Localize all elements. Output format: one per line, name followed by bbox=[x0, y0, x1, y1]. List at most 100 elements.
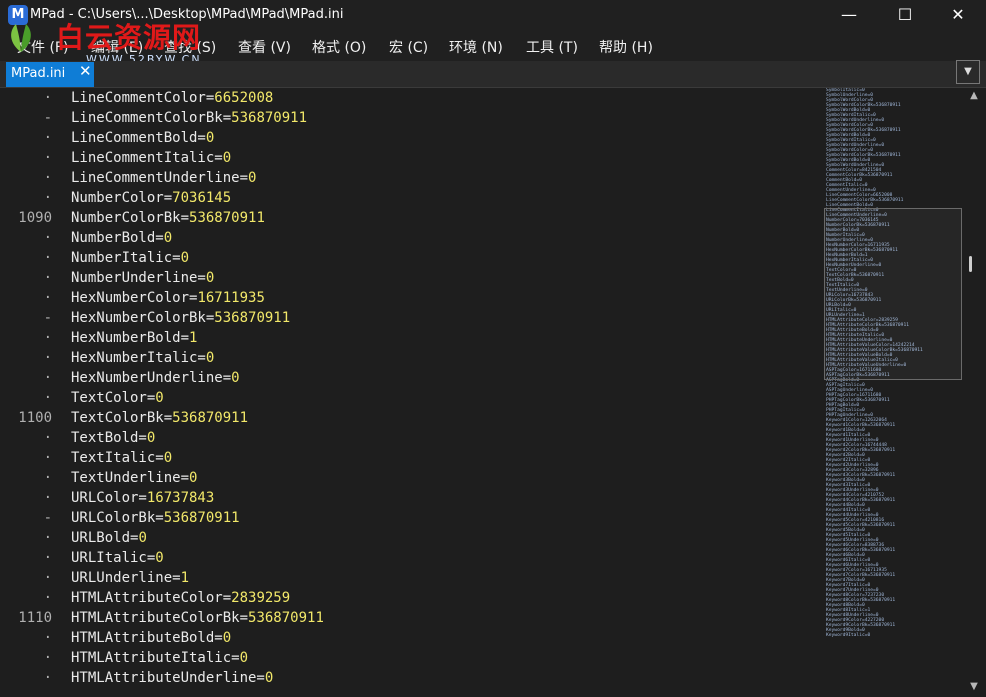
code-line: HTMLAttributeColor=2839259 bbox=[71, 588, 290, 608]
menu-environment[interactable]: 环境 (N) bbox=[449, 37, 503, 57]
line-number: · bbox=[43, 350, 52, 366]
line-number: 1090 bbox=[18, 210, 52, 226]
ini-value: 0 bbox=[155, 550, 164, 566]
line-number: · bbox=[43, 250, 52, 266]
line-number: - bbox=[43, 110, 52, 126]
ini-key: HexNumberColorBk= bbox=[71, 310, 215, 326]
minimap-viewport[interactable] bbox=[824, 208, 962, 380]
line-number: - bbox=[43, 310, 52, 326]
line-number-gutter: · - · · · · 1090 · · · · - · · · · 1100 · · · · - · · · · 1110 · · · bbox=[0, 88, 60, 697]
menu-file[interactable]: 文件 (F) bbox=[17, 37, 68, 57]
ini-value: 0 bbox=[205, 270, 215, 286]
code-line: HTMLAttributeUnderline=0 bbox=[71, 668, 273, 688]
ini-value: 0 bbox=[189, 470, 198, 486]
ini-key: HexNumberColor= bbox=[71, 290, 198, 306]
menu-macro[interactable]: 宏 (C) bbox=[389, 37, 428, 57]
menu-view[interactable]: 查看 (V) bbox=[238, 37, 291, 57]
ini-value: 0 bbox=[222, 150, 232, 166]
code-line: LineCommentBold=0 bbox=[71, 128, 214, 148]
code-line: URLColorBk=536870911 bbox=[71, 508, 240, 528]
line-number: · bbox=[43, 550, 52, 566]
ini-key: URLColor= bbox=[71, 490, 147, 506]
ini-key: TextColor= bbox=[71, 390, 156, 406]
minimap[interactable]: SymbolItalic=0 SymbolUnderline=0 SymbolWor… bbox=[822, 88, 962, 697]
scroll-down-icon[interactable]: ▼ bbox=[967, 681, 981, 693]
line-number: · bbox=[43, 330, 52, 346]
ini-value: 0 bbox=[155, 390, 164, 406]
ini-value: 0 bbox=[163, 230, 173, 246]
maximize-button[interactable]: ☐ bbox=[882, 0, 928, 30]
line-number: · bbox=[43, 130, 52, 146]
ini-key: HTMLAttributeItalic= bbox=[71, 650, 240, 666]
code-line: NumberBold=0 bbox=[71, 228, 172, 248]
code-line: TextItalic=0 bbox=[71, 448, 172, 468]
code-line: HTMLAttributeColorBk=536870911 bbox=[71, 608, 324, 628]
ini-key: LineCommentUnderline= bbox=[71, 170, 249, 186]
code-line: TextColor=0 bbox=[71, 388, 164, 408]
menu-help[interactable]: 帮助 (H) bbox=[599, 37, 653, 57]
line-number: 1100 bbox=[18, 410, 52, 426]
line-number: · bbox=[43, 230, 52, 246]
vertical-scrollbar[interactable]: ▲ ▼ bbox=[962, 88, 986, 697]
menu-format[interactable]: 格式 (O) bbox=[312, 37, 366, 57]
line-number: · bbox=[43, 390, 52, 406]
code-line: HTMLAttributeBold=0 bbox=[71, 628, 231, 648]
line-number: · bbox=[43, 530, 52, 546]
menu-tools[interactable]: 工具 (T) bbox=[526, 37, 578, 57]
ini-value: 536870911 bbox=[172, 410, 249, 426]
scroll-up-icon[interactable]: ▲ bbox=[967, 90, 981, 102]
code-line: LineCommentColorBk=536870911 bbox=[71, 108, 307, 128]
line-number: · bbox=[43, 150, 52, 166]
line-number: · bbox=[43, 650, 52, 666]
menu-edit[interactable]: 编辑 (E) bbox=[91, 37, 143, 57]
line-number: · bbox=[43, 670, 52, 686]
ini-key: NumberItalic= bbox=[71, 250, 181, 266]
ini-key: HexNumberBold= bbox=[71, 330, 190, 346]
ini-value: 0 bbox=[248, 170, 257, 186]
ini-key: NumberColorBk= bbox=[71, 210, 190, 226]
title-bar: M MPad - C:\Users\...\Desktop\MPad\MPad\… bbox=[0, 0, 986, 30]
minimize-button[interactable]: — bbox=[826, 0, 872, 30]
editor[interactable]: · - · · · · 1090 · · · · - · · · · 1100 · · · · - · · · · 1110 · · · … bbox=[0, 88, 800, 697]
ini-value: 1 bbox=[189, 330, 198, 346]
tab-list-dropdown[interactable]: ▼ bbox=[956, 60, 980, 84]
menu-bar: 文件 (F) 编辑 (E) 查找 (S) 查看 (V) 格式 (O) 宏 (C)… bbox=[0, 30, 986, 61]
code-line: LineCommentUnderline=0 bbox=[71, 168, 256, 188]
ini-key: URLUnderline= bbox=[71, 570, 181, 586]
ini-value: 6652008 bbox=[214, 90, 274, 106]
code-line: HexNumberItalic=0 bbox=[71, 348, 214, 368]
code-line: HexNumberColor=16711935 bbox=[71, 288, 265, 308]
ini-key: HTMLAttributeBold= bbox=[71, 630, 223, 646]
line-number: · bbox=[43, 430, 52, 446]
line-number: · bbox=[43, 170, 52, 186]
line-number: · bbox=[43, 90, 52, 106]
tab-mpad-ini[interactable]: MPad.ini ✕ bbox=[6, 62, 94, 87]
ini-value: 0 bbox=[222, 630, 232, 646]
ini-key: TextUnderline= bbox=[71, 470, 190, 486]
tab-close-icon[interactable]: ✕ bbox=[79, 62, 92, 80]
menu-find[interactable]: 查找 (S) bbox=[164, 37, 216, 57]
ini-value: 16737843 bbox=[146, 490, 215, 506]
code-line: LineCommentColor=6652008 bbox=[71, 88, 273, 108]
line-number: · bbox=[43, 370, 52, 386]
scroll-thumb[interactable] bbox=[969, 256, 972, 272]
code-line: URLColor=16737843 bbox=[71, 488, 214, 508]
ini-key: HexNumberItalic= bbox=[71, 350, 206, 366]
line-number: · bbox=[43, 590, 52, 606]
ini-value: 0 bbox=[205, 350, 215, 366]
window-title: MPad - C:\Users\...\Desktop\MPad\MPad\MP… bbox=[30, 7, 344, 22]
code-line: NumberItalic=0 bbox=[71, 248, 189, 268]
line-number: · bbox=[43, 630, 52, 646]
ini-key: URLItalic= bbox=[71, 550, 156, 566]
code-line: TextUnderline=0 bbox=[71, 468, 197, 488]
ini-key: LineCommentColor= bbox=[71, 90, 215, 106]
tab-label: MPad.ini bbox=[11, 66, 66, 81]
close-button[interactable]: ✕ bbox=[935, 0, 981, 30]
ini-value: 536870911 bbox=[248, 610, 324, 626]
ini-key: URLBold= bbox=[71, 530, 139, 546]
ini-value: 536870911 bbox=[163, 510, 240, 526]
ini-key: LineCommentColorBk= bbox=[71, 110, 232, 126]
code-line: URLItalic=0 bbox=[71, 548, 164, 568]
code-line: URLBold=0 bbox=[71, 528, 147, 548]
line-number: · bbox=[43, 450, 52, 466]
